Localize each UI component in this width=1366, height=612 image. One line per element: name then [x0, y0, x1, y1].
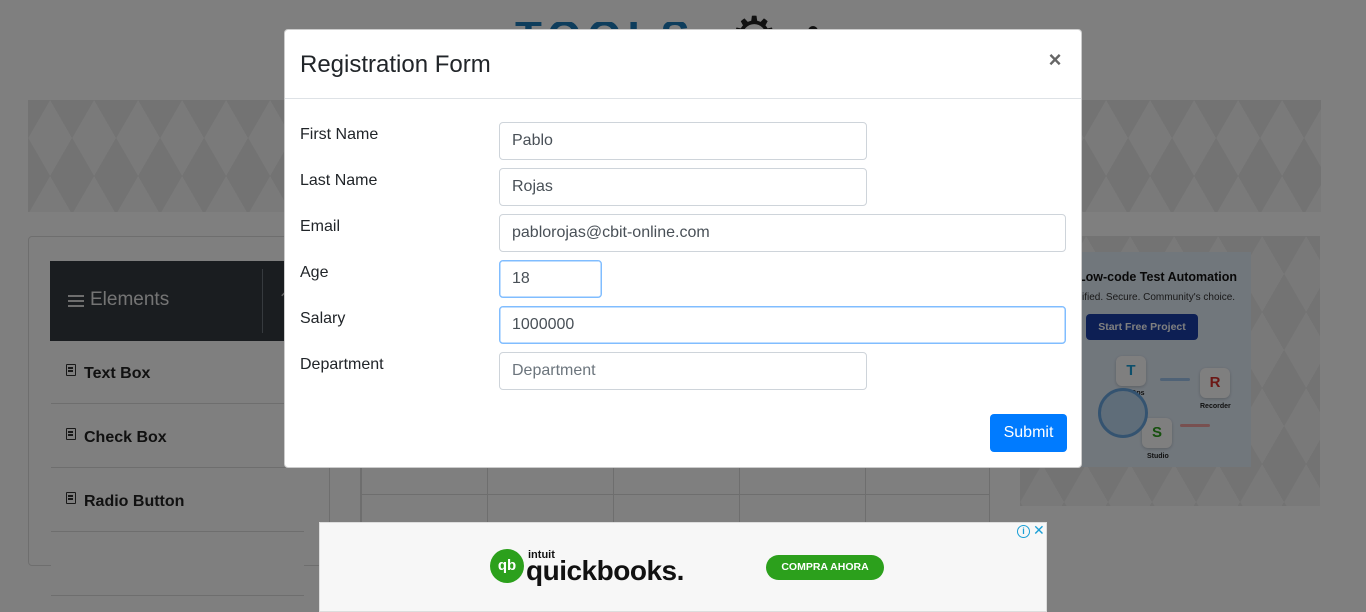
quickbooks-wordmark: quickbooks. [526, 555, 684, 586]
age-input[interactable] [499, 260, 602, 298]
ad-cta-button[interactable]: COMPRA AHORA [766, 555, 884, 580]
first-name-input[interactable] [499, 122, 867, 160]
ad-info-icon[interactable]: i [1017, 525, 1030, 538]
first-name-label: First Name [300, 126, 379, 143]
salary-input[interactable] [499, 306, 1066, 344]
quickbooks-logo-icon: qb [490, 549, 524, 583]
registration-modal: Registration Form × First Name Last Name… [284, 29, 1082, 468]
email-label: Email [300, 218, 341, 235]
bottom-ad[interactable]: qb intuit quickbooks. COMPRA AHORA i ✕ [319, 522, 1047, 612]
submit-button[interactable]: Submit [990, 414, 1067, 452]
department-label: Department [300, 356, 384, 373]
ad-close-icon[interactable]: ✕ [1033, 522, 1045, 539]
last-name-input[interactable] [499, 168, 867, 206]
age-label: Age [300, 264, 329, 281]
email-input[interactable] [499, 214, 1066, 252]
department-input[interactable] [499, 352, 867, 390]
modal-header: Registration Form × [285, 30, 1081, 99]
last-name-label: Last Name [300, 172, 378, 189]
salary-label: Salary [300, 310, 346, 327]
modal-title: Registration Form [300, 51, 491, 78]
close-icon[interactable]: × [1044, 46, 1066, 74]
